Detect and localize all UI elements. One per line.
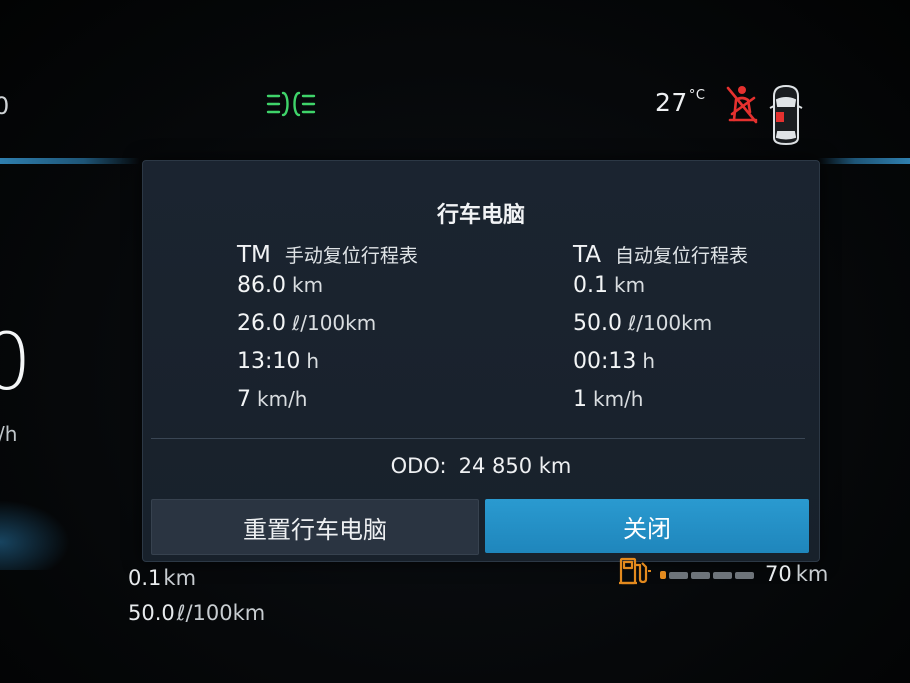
ta-column: TA 自动复位行程表 0.1 km 50.0 ℓ/100km 00:13 h 1… bbox=[573, 241, 853, 425]
ta-time-value: 00:13 bbox=[573, 349, 637, 374]
headlight-icon bbox=[266, 91, 316, 117]
temperature-value: 27 bbox=[655, 88, 688, 117]
speed-value-fragment: 0 bbox=[0, 318, 32, 408]
tm-speed-unit: km/h bbox=[257, 387, 308, 411]
fuel-range-readout: 70 km bbox=[765, 562, 828, 586]
odometer-label: ODO: bbox=[390, 454, 447, 478]
ta-name: 自动复位行程表 bbox=[615, 245, 749, 267]
outside-temperature: 27°C bbox=[655, 88, 705, 117]
tm-header: TM 手动复位行程表 bbox=[237, 241, 517, 273]
ta-speed-unit: km/h bbox=[593, 387, 644, 411]
tm-distance-value: 86.0 bbox=[237, 273, 286, 298]
tm-consumption-unit: ℓ/100km bbox=[291, 311, 377, 335]
ta-distance-unit: km bbox=[614, 273, 646, 297]
trip-consumption-unit: ℓ/100km bbox=[176, 601, 266, 625]
left-gauge-glow bbox=[0, 500, 70, 570]
trip-consumption-readout: 50.0ℓ/100km bbox=[128, 601, 265, 625]
ta-consumption-unit: ℓ/100km bbox=[627, 311, 713, 335]
tm-name: 手动复位行程表 bbox=[284, 245, 418, 267]
odometer: ODO: 24 850 km bbox=[143, 454, 819, 478]
range-unit: km bbox=[795, 562, 829, 586]
fuel-level-bar bbox=[660, 571, 756, 579]
ta-speed: 1 km/h bbox=[573, 387, 853, 425]
speed-unit-fragment: /h bbox=[0, 422, 18, 446]
tm-distance-unit: km bbox=[291, 273, 324, 297]
tm-speed-value: 7 bbox=[237, 387, 251, 412]
fuel-segment bbox=[669, 571, 688, 579]
seatbelt-warning-icon bbox=[726, 86, 758, 124]
instrument-cluster-screen: 0 27°C 0 h 行车电脑 TM 手动复位行程表 86.0 km 26.0 … bbox=[0, 0, 910, 683]
ta-time-unit: h bbox=[642, 349, 656, 373]
ta-consumption: 50.0 ℓ/100km bbox=[573, 311, 853, 349]
reset-trip-computer-button[interactable]: 重置行车电脑 bbox=[151, 499, 479, 555]
close-button[interactable]: 关闭 bbox=[485, 499, 809, 553]
car-doors-icon bbox=[769, 84, 803, 146]
ta-time: 00:13 h bbox=[573, 349, 853, 387]
tm-time-unit: h bbox=[306, 349, 320, 373]
trip-distance-readout: 0.1km bbox=[128, 566, 196, 590]
range-value: 70 bbox=[765, 562, 792, 586]
fuel-segment bbox=[713, 571, 732, 579]
tm-time: 13:10 h bbox=[237, 349, 517, 387]
tm-distance: 86.0 km bbox=[237, 273, 517, 311]
dialog-title: 行车电脑 bbox=[436, 203, 525, 228]
fuel-level-fill bbox=[660, 571, 666, 579]
ta-code: TA bbox=[573, 242, 601, 268]
trip-distance-value: 0.1 bbox=[128, 566, 162, 590]
dialog-divider bbox=[151, 438, 805, 439]
ta-speed-value: 1 bbox=[573, 387, 587, 412]
right-gauge-arc bbox=[818, 158, 910, 164]
left-gauge-arc bbox=[0, 158, 140, 164]
ta-header: TA 自动复位行程表 bbox=[573, 241, 853, 273]
fuel-pump-icon bbox=[619, 557, 651, 585]
ta-distance: 0.1 km bbox=[573, 273, 853, 311]
trip-consumption-value: 50.0 bbox=[128, 601, 175, 625]
odometer-value: 24 850 km bbox=[458, 454, 572, 478]
tm-consumption-value: 26.0 bbox=[237, 311, 286, 336]
temperature-unit: °C bbox=[688, 88, 706, 103]
tm-column: TM 手动复位行程表 86.0 km 26.0 ℓ/100km 13:10 h … bbox=[237, 241, 517, 425]
left-readout-fragment: 0 bbox=[0, 92, 10, 120]
ta-distance-value: 0.1 bbox=[573, 273, 608, 298]
tm-speed: 7 km/h bbox=[237, 387, 517, 425]
tm-consumption: 26.0 ℓ/100km bbox=[237, 311, 517, 349]
tm-time-value: 13:10 bbox=[237, 349, 301, 374]
tm-code: TM bbox=[237, 242, 271, 268]
trip-computer-dialog: 行车电脑 TM 手动复位行程表 86.0 km 26.0 ℓ/100km 13:… bbox=[142, 160, 820, 562]
ta-consumption-value: 50.0 bbox=[573, 311, 622, 336]
fuel-segment bbox=[691, 571, 710, 579]
trip-distance-unit: km bbox=[163, 566, 197, 590]
fuel-segment bbox=[735, 571, 754, 579]
